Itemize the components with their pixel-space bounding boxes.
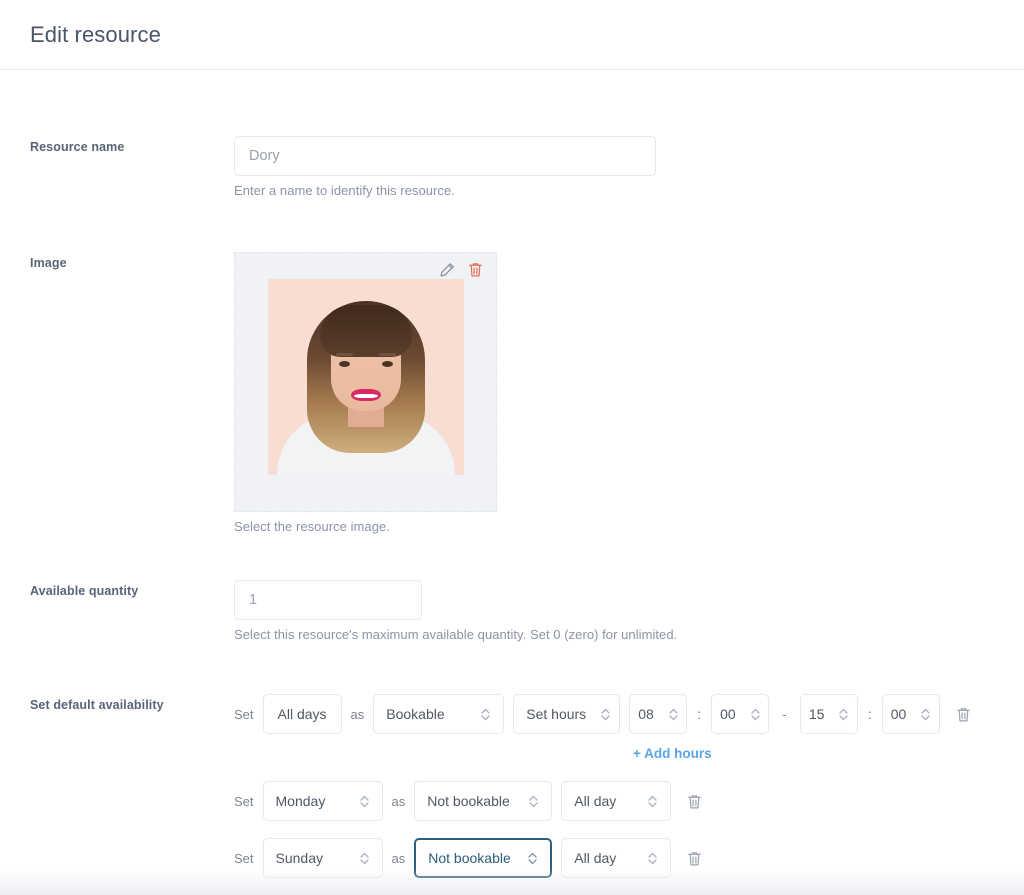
chevron-updown-icon [648, 852, 657, 864]
status-select[interactable]: Bookable [373, 694, 505, 734]
add-hours-link[interactable]: + Add hours [633, 746, 712, 761]
chevron-updown-icon [359, 795, 369, 807]
day-select[interactable]: Monday [262, 781, 383, 821]
available-quantity-help: Select this resource's maximum available… [234, 627, 678, 642]
edit-resource-form: Resource name Dory Enter a name to ident… [0, 136, 1024, 895]
add-hours-wrapper: + Add hours [633, 745, 994, 763]
hours-mode-select[interactable]: All day [561, 838, 672, 878]
hours-mode-value: All day [574, 793, 617, 809]
status-select[interactable]: Not bookable [414, 781, 553, 821]
set-word: Set [234, 850, 254, 866]
as-word: as [350, 706, 365, 722]
field-resource-name: Resource name Dory Enter a name to ident… [30, 136, 994, 198]
chevron-updown-icon [648, 795, 657, 807]
availability-row: Set Monday as Not bookable All day [234, 781, 994, 821]
start-hour-stepper[interactable]: 08 [629, 694, 688, 734]
chevron-updown-icon [481, 708, 490, 720]
status-select[interactable]: Not bookable [414, 838, 553, 878]
time-separator: : [867, 706, 872, 722]
chevron-updown-icon [359, 852, 369, 864]
resource-name-help: Enter a name to identify this resource. [234, 183, 455, 198]
chevron-updown-icon [921, 708, 930, 720]
end-minute-stepper[interactable]: 00 [881, 694, 940, 734]
image-control: Select the resource image. [234, 252, 994, 534]
as-word: as [391, 793, 406, 809]
delete-row-icon[interactable] [955, 706, 972, 723]
resource-name-label: Resource name [30, 140, 125, 154]
chevron-updown-icon [529, 795, 538, 807]
chevron-updown-icon [751, 708, 760, 720]
field-available-quantity: Available quantity 1 Select this resourc… [30, 580, 994, 642]
day-select[interactable]: Sunday [262, 838, 383, 878]
delete-row-icon[interactable] [686, 793, 703, 810]
end-hour-value: 15 [808, 706, 825, 722]
hours-mode-select[interactable]: Set hours [513, 694, 621, 734]
field-image: Image Select the resource image. [30, 252, 994, 534]
available-quantity-input[interactable]: 1 [234, 580, 422, 620]
image-action-buttons [439, 261, 484, 278]
set-word: Set [234, 706, 254, 722]
hours-mode-value: All day [574, 850, 617, 866]
resource-name-value: Dory [249, 148, 280, 164]
image-help: Select the resource image. [234, 519, 390, 534]
day-select[interactable]: All days [262, 694, 342, 734]
default-availability-control: Set All days as Bookable Set hours 08 : [234, 694, 994, 895]
page-title: Edit resource [30, 21, 161, 47]
image-dropzone[interactable] [234, 252, 497, 512]
range-separator: - [782, 706, 787, 722]
set-word: Set [234, 793, 254, 809]
status-value: Not bookable [428, 850, 511, 866]
pencil-icon[interactable] [439, 261, 456, 278]
day-value: Monday [275, 793, 326, 809]
chevron-updown-icon [669, 708, 678, 720]
available-quantity-control: 1 Select this resource's maximum availab… [234, 580, 994, 642]
default-availability-label: Set default availability [30, 698, 164, 712]
day-value: Sunday [275, 850, 323, 866]
resource-image-preview [267, 279, 464, 475]
availability-row: Set All days as Bookable Set hours 08 : [234, 694, 994, 734]
resource-name-input[interactable]: Dory [234, 136, 656, 176]
end-minute-value: 00 [890, 706, 907, 722]
chevron-updown-icon [839, 708, 849, 720]
trash-icon[interactable] [467, 261, 484, 278]
available-quantity-value: 1 [249, 592, 258, 608]
start-minute-value: 00 [720, 706, 736, 722]
hours-mode-value: Set hours [526, 706, 587, 722]
available-quantity-label: Available quantity [30, 584, 139, 598]
image-label: Image [30, 256, 67, 270]
resource-name-control: Dory Enter a name to identify this resou… [234, 136, 994, 198]
start-hour-value: 08 [638, 706, 654, 722]
availability-row: Set Sunday as Not bookable All day [234, 838, 994, 878]
status-value: Not bookable [427, 793, 510, 809]
end-hour-stepper[interactable]: 15 [799, 694, 858, 734]
status-value: Bookable [386, 706, 445, 722]
start-minute-stepper[interactable]: 00 [711, 694, 770, 734]
field-default-availability: Set default availability Set All days as… [30, 694, 994, 895]
delete-row-icon[interactable] [686, 850, 703, 867]
chevron-updown-icon [601, 708, 610, 720]
page-header: Edit resource [0, 0, 1024, 70]
day-value: All days [277, 706, 327, 722]
hours-mode-select[interactable]: All day [561, 781, 672, 821]
as-word: as [391, 850, 406, 866]
time-separator: : [697, 706, 702, 722]
chevron-updown-icon [528, 852, 537, 864]
